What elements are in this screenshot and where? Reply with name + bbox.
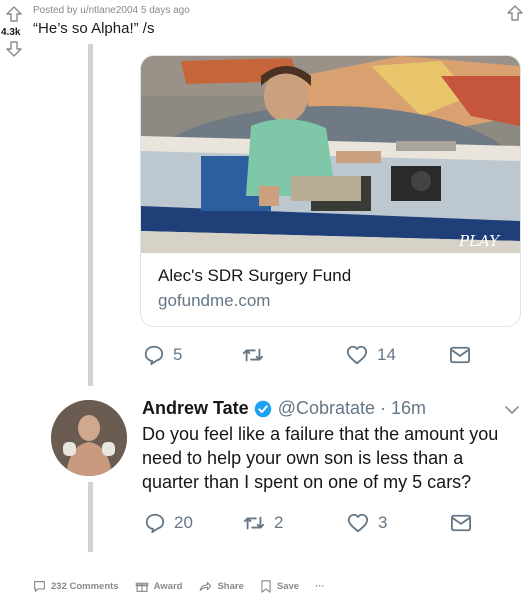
card-title: Alec's SDR Surgery Fund [158, 266, 352, 285]
gift-icon [135, 582, 148, 592]
heart-icon [347, 513, 369, 533]
share-action-2[interactable] [450, 513, 472, 533]
award-label: Award [153, 581, 183, 592]
share-action-1[interactable] [449, 345, 471, 365]
share-upload-icon[interactable] [507, 5, 523, 21]
share-button[interactable]: Share [198, 580, 244, 593]
like-count-2: 3 [378, 513, 388, 532]
verified-badge-icon [254, 400, 271, 417]
comment-icon [34, 581, 45, 592]
tweet-author[interactable]: Andrew Tate @Cobratate · 16m [142, 398, 426, 419]
save-label: Save [276, 581, 300, 592]
link-card[interactable]: PLAY Alec's SDR Surgery Fund gofundme.co… [140, 55, 521, 327]
like-action-2[interactable]: 3 [346, 512, 387, 534]
mail-icon [450, 346, 470, 364]
comments-label: 232 Comments [51, 581, 119, 592]
comments-button[interactable]: 232 Comments [33, 580, 119, 593]
reply-action-1[interactable]: 5 [143, 344, 182, 366]
retweet-icon [243, 516, 265, 530]
reply-count-2: 20 [174, 513, 193, 532]
card-domain: gofundme.com [158, 291, 271, 310]
vote-score: 4.3k [1, 27, 21, 38]
like-action-1[interactable]: 14 [345, 344, 396, 366]
more-options-icon: ··· [315, 581, 325, 592]
post-title[interactable]: “He’s so Alpha!” /s [33, 20, 154, 37]
share-arrow-icon [200, 581, 212, 592]
reply-action-2[interactable]: 20 [144, 512, 193, 534]
boat-play-text: PLAY [458, 232, 501, 250]
retweet-count-2: 2 [274, 513, 284, 532]
avatar-photo [51, 400, 127, 476]
retweet-action-2[interactable]: 2 [242, 512, 283, 534]
more-options-button[interactable]: ··· [315, 581, 325, 592]
retweet-action-1[interactable] [241, 344, 273, 366]
chevron-down-icon[interactable] [504, 404, 520, 416]
tweet-text: Do you feel like a failure that the amou… [142, 424, 499, 492]
thread-line-bottom [88, 482, 93, 552]
post-action-bar: 232 Comments Award Share Save ··· [33, 580, 341, 593]
reply-icon [145, 513, 165, 534]
save-button[interactable]: Save [260, 580, 299, 593]
retweet-icon [242, 348, 264, 362]
like-count-1: 14 [377, 345, 396, 364]
andrew-tate-avatar[interactable] [51, 400, 127, 476]
author-handle: @Cobratate · 16m [277, 398, 427, 418]
thread-line-top [88, 44, 93, 386]
downvote-icon[interactable] [6, 41, 22, 57]
post-meta: Posted by u/ntlane2004 5 days ago [33, 5, 190, 16]
mail-icon [451, 514, 471, 532]
author-name: Andrew Tate [142, 398, 249, 418]
bookmark-icon [261, 580, 271, 593]
upvote-icon[interactable] [6, 6, 22, 22]
reply-count-1: 5 [173, 345, 183, 364]
boy-in-boat-photo: PLAY [141, 56, 520, 253]
reply-icon [144, 345, 164, 366]
share-label: Share [217, 581, 244, 592]
heart-icon [346, 345, 368, 365]
award-button[interactable]: Award [135, 580, 183, 593]
